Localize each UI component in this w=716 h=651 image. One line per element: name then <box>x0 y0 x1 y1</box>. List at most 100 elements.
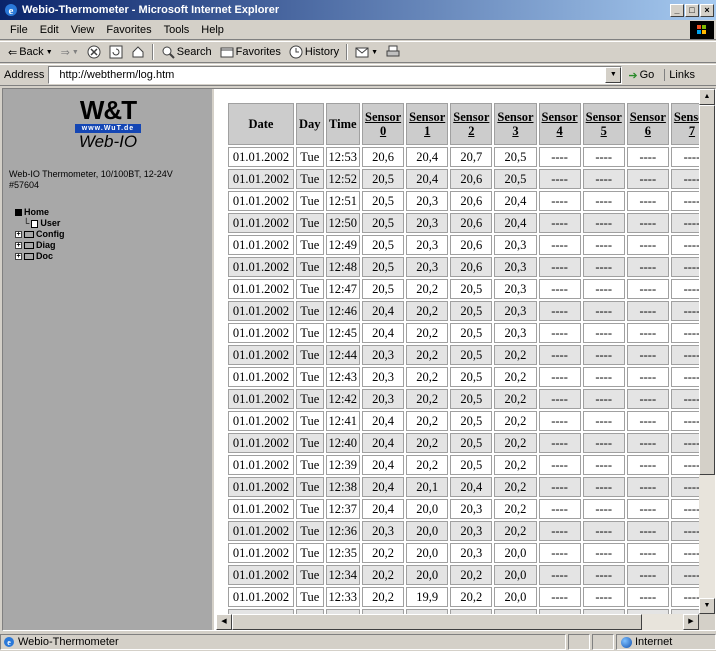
horizontal-scrollbar[interactable]: ◀ ▶ <box>216 614 699 630</box>
header-sensor-2[interactable]: Sensor 2 <box>450 103 493 145</box>
table-cell: 01.01.2002 <box>228 411 294 431</box>
table-cell: 12:53 <box>325 147 360 167</box>
expand-plus-icon[interactable]: + <box>15 253 22 260</box>
table-cell: 20,2 <box>406 433 449 453</box>
table-cell: ---- <box>582 169 625 189</box>
minimize-button[interactable]: _ <box>670 3 684 17</box>
close-button[interactable]: × <box>700 3 714 17</box>
table-cell: 20,2 <box>406 279 449 299</box>
go-button[interactable]: ➔ Go <box>628 69 654 82</box>
table-cell: ---- <box>626 433 669 453</box>
header-sensor-6[interactable]: Sensor 6 <box>626 103 669 145</box>
table-cell: 20,2 <box>406 301 449 321</box>
table-cell: 01.01.2002 <box>228 587 294 607</box>
scroll-right-button[interactable]: ▶ <box>683 614 699 630</box>
windows-logo-icon <box>690 21 714 39</box>
address-dropdown-button[interactable]: ▼ <box>605 67 622 83</box>
history-button[interactable]: History <box>285 45 343 59</box>
table-cell: 12:49 <box>325 235 360 255</box>
menu-edit[interactable]: Edit <box>34 24 65 36</box>
menu-favorites[interactable]: Favorites <box>100 24 157 36</box>
table-cell: Tue <box>295 587 324 607</box>
expand-plus-icon[interactable]: + <box>15 231 22 238</box>
links-button[interactable]: Links <box>664 69 695 81</box>
refresh-icon <box>109 45 123 59</box>
table-cell: ---- <box>538 367 581 387</box>
home-icon <box>132 46 144 58</box>
vertical-scroll-thumb[interactable] <box>699 105 715 475</box>
horizontal-scroll-thumb[interactable] <box>232 614 642 630</box>
tree-item-home[interactable]: Home <box>15 207 65 218</box>
chevron-down-icon: ▼ <box>71 48 79 56</box>
table-cell: ---- <box>626 521 669 541</box>
table-cell: ---- <box>626 367 669 387</box>
table-row: 01.01.2002 Tue 12:36 20,3 20,0 20,3 20,2 ---- --… <box>228 521 713 541</box>
table-cell: 20,2 <box>494 367 537 387</box>
expand-plus-icon[interactable]: + <box>15 242 22 249</box>
mail-button[interactable]: ▼ <box>351 45 382 59</box>
menu-tools[interactable]: Tools <box>158 24 196 36</box>
print-button[interactable] <box>382 45 404 59</box>
forward-button[interactable]: ⇒ ▼ <box>57 46 83 59</box>
header-sensor-3[interactable]: Sensor 3 <box>494 103 537 145</box>
menu-view[interactable]: View <box>65 24 101 36</box>
header-sensor-4[interactable]: Sensor 4 <box>538 103 581 145</box>
table-cell: 20,3 <box>362 367 405 387</box>
table-row: 01.01.2002 Tue 12:48 20,5 20,3 20,6 20,3 ---- --… <box>228 257 713 277</box>
table-cell: 20,5 <box>450 367 493 387</box>
table-cell: 20,0 <box>494 587 537 607</box>
status-bar: e Webio-Thermometer Internet <box>0 633 716 651</box>
table-cell: 12:33 <box>325 587 360 607</box>
table-cell: ---- <box>582 587 625 607</box>
table-cell: 12:46 <box>325 301 360 321</box>
table-cell: ---- <box>626 257 669 277</box>
maximize-button[interactable]: □ <box>685 3 699 17</box>
table-cell: 01.01.2002 <box>228 147 294 167</box>
table-cell: ---- <box>582 477 625 497</box>
tree-item-diag[interactable]: + Diag <box>15 240 65 251</box>
table-cell: ---- <box>626 169 669 189</box>
address-input[interactable]: ​ http://webtherm/log.htm ▼ <box>48 66 623 84</box>
wt-logo: W&T www.WuT.de Web-IO <box>73 97 143 150</box>
refresh-button[interactable] <box>105 45 127 59</box>
table-cell: 12:37 <box>325 499 360 519</box>
scroll-up-button[interactable]: ▲ <box>699 89 715 105</box>
table-row: 01.01.2002 Tue 12:49 20,5 20,3 20,6 20,3 ---- --… <box>228 235 713 255</box>
table-cell: 12:47 <box>325 279 360 299</box>
table-cell: 20,4 <box>450 477 493 497</box>
table-cell: ---- <box>582 367 625 387</box>
table-cell: 12:52 <box>325 169 360 189</box>
table-cell: 20,2 <box>494 411 537 431</box>
table-cell: 20,2 <box>450 587 493 607</box>
scroll-left-button[interactable]: ◀ <box>216 614 232 630</box>
table-cell: 20,2 <box>406 389 449 409</box>
search-button[interactable]: Search <box>157 45 216 59</box>
scroll-down-button[interactable]: ▼ <box>699 598 715 614</box>
table-cell: 20,2 <box>494 499 537 519</box>
table-cell: 20,3 <box>450 521 493 541</box>
header-sensor-0[interactable]: Sensor 0 <box>362 103 405 145</box>
table-cell: Tue <box>295 191 324 211</box>
tree-item-config[interactable]: + Config <box>15 229 65 240</box>
home-button[interactable] <box>127 45 149 59</box>
table-cell: 20,0 <box>406 543 449 563</box>
stop-button[interactable] <box>83 45 105 59</box>
vertical-scrollbar[interactable]: ▲ ▼ <box>699 89 715 614</box>
tree-item-doc[interactable]: + Doc <box>15 251 65 262</box>
menu-help[interactable]: Help <box>195 24 230 36</box>
table-cell: 01.01.2002 <box>228 389 294 409</box>
table-row: 01.01.2002 Tue 12:50 20,5 20,3 20,6 20,4 ---- --… <box>228 213 713 233</box>
header-sensor-1[interactable]: Sensor 1 <box>406 103 449 145</box>
back-button[interactable]: ⇐ Back ▼ <box>4 46 57 59</box>
table-cell: 01.01.2002 <box>228 543 294 563</box>
table-row: 01.01.2002 Tue 12:43 20,3 20,2 20,5 20,2 ---- --… <box>228 367 713 387</box>
table-cell: 20,3 <box>494 279 537 299</box>
header-sensor-5[interactable]: Sensor 5 <box>582 103 625 145</box>
table-row: 01.01.2002 Tue 12:41 20,4 20,2 20,5 20,2 ---- --… <box>228 411 713 431</box>
table-cell: 01.01.2002 <box>228 191 294 211</box>
tree-item-user[interactable]: └ User <box>15 218 65 229</box>
internet-globe-icon <box>621 636 632 648</box>
menu-file[interactable]: File <box>4 24 34 36</box>
folder-icon <box>24 231 34 238</box>
favorites-button[interactable]: Favorites <box>216 45 285 59</box>
